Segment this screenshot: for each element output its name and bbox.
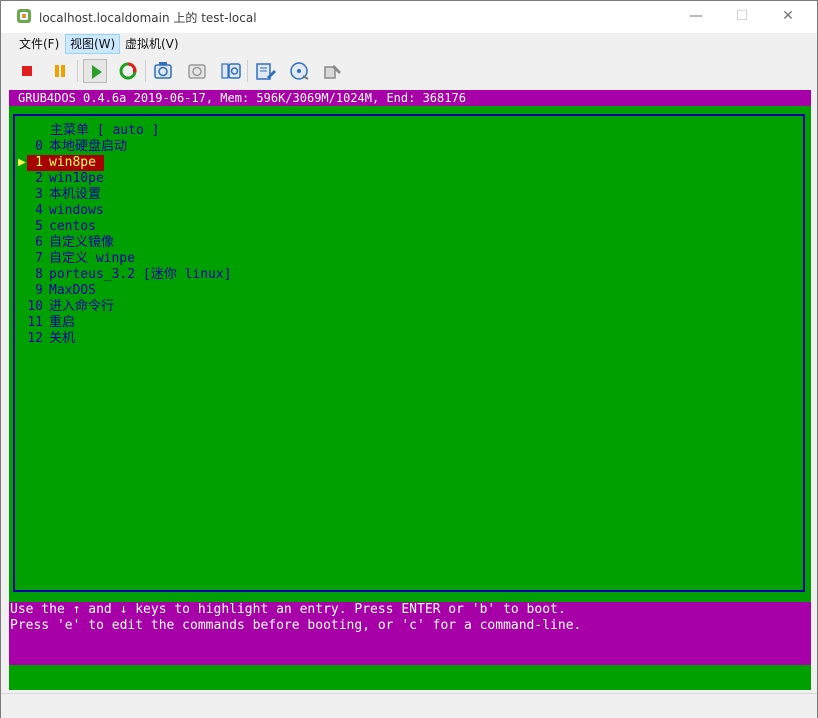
toolbar-separator bbox=[145, 60, 146, 82]
boot-entry-label: win10pe bbox=[49, 171, 104, 186]
toolbar-separator bbox=[77, 60, 78, 82]
boot-entry[interactable]: 3 本机设置 bbox=[15, 187, 415, 203]
boot-entry-label: MaxDOS bbox=[49, 283, 96, 298]
boot-entry[interactable]: 0 本地硬盘启动 bbox=[15, 139, 415, 155]
boot-entry-number: 10 bbox=[27, 299, 43, 314]
reset-icon[interactable] bbox=[116, 59, 140, 83]
vm-settings-icon[interactable] bbox=[253, 59, 277, 83]
help-line: Press 'e' to edit the commands before bo… bbox=[10, 618, 582, 633]
title-bar[interactable]: localhost.localdomain 上的 test-local — ☐ … bbox=[1, 1, 817, 33]
boot-entry-label: porteus_3.2 [迷你 linux] bbox=[49, 267, 232, 282]
vm-console-screen[interactable]: GRUB4DOS 0.4.6a 2019-06-17, Mem: 596K/30… bbox=[9, 90, 811, 690]
boot-entry-number: 4 bbox=[35, 203, 43, 218]
help-line: Use the ↑ and ↓ keys to highlight an ent… bbox=[10, 602, 566, 617]
boot-entry[interactable]: 6 自定义镜像 bbox=[15, 235, 415, 251]
vm-tools-icon[interactable] bbox=[321, 59, 345, 83]
boot-entry-number: 7 bbox=[35, 251, 43, 266]
close-button[interactable]: ✕ bbox=[765, 1, 811, 31]
boot-entry-label: win8pe bbox=[49, 155, 96, 170]
boot-entry[interactable]: 7 自定义 winpe bbox=[15, 251, 415, 267]
boot-entry-label: windows bbox=[49, 203, 104, 218]
boot-entry-number: 1 bbox=[35, 155, 43, 170]
boot-entry-number: 9 bbox=[35, 283, 43, 298]
boot-menu-title: 主菜单 [ auto ] bbox=[50, 123, 160, 138]
boot-entry[interactable]: 11 重启 bbox=[15, 315, 415, 331]
boot-entry-number: 2 bbox=[35, 171, 43, 186]
boot-entry-label: 本地硬盘启动 bbox=[49, 139, 128, 154]
boot-entry[interactable]: 5 centos bbox=[15, 219, 415, 235]
help-panel: Use the ↑ and ↓ keys to highlight an ent… bbox=[9, 602, 811, 665]
maximize-button[interactable]: ☐ bbox=[719, 1, 765, 31]
boot-entry-label: 自定义镜像 bbox=[49, 235, 115, 250]
status-bar bbox=[1, 693, 817, 718]
boot-entry-selected[interactable]: 1 win8pe bbox=[27, 155, 104, 171]
boot-entry-label: 关机 bbox=[49, 331, 76, 346]
boot-entry-number: 11 bbox=[27, 315, 43, 330]
boot-entry-label: centos bbox=[49, 219, 96, 234]
toolbar-separator bbox=[247, 60, 248, 82]
minimize-button[interactable]: — bbox=[673, 1, 719, 31]
cd-dvd-icon[interactable] bbox=[287, 59, 311, 83]
grub4dos-header: GRUB4DOS 0.4.6a 2019-06-17, Mem: 596K/30… bbox=[9, 90, 811, 106]
boot-menu-box: 主菜单 [ auto ] 0 本地硬盘启动 ▶ 1 win8pe 2 win10pe 3 本机设… bbox=[13, 114, 805, 592]
boot-entry-number: 3 bbox=[35, 187, 43, 202]
boot-entry-label: 重启 bbox=[49, 315, 76, 330]
snapshot-icon[interactable] bbox=[151, 59, 175, 83]
vmware-app-icon bbox=[16, 8, 32, 24]
menu-view[interactable]: 视图(W) bbox=[65, 34, 121, 54]
boot-entry-label: 自定义 winpe bbox=[49, 251, 135, 266]
boot-entry-number: 5 bbox=[35, 219, 43, 234]
boot-entry[interactable]: 8 porteus_3.2 [迷你 linux] bbox=[15, 267, 415, 283]
boot-entry[interactable]: 9 MaxDOS bbox=[15, 283, 415, 299]
boot-entry-number: 8 bbox=[35, 267, 43, 282]
play-icon[interactable] bbox=[83, 59, 107, 83]
boot-entry[interactable]: 2 win10pe bbox=[15, 171, 415, 187]
boot-entry-number: 6 bbox=[35, 235, 43, 250]
pause-icon[interactable] bbox=[48, 59, 72, 83]
stop-icon[interactable] bbox=[15, 59, 39, 83]
boot-entry[interactable]: 12 关机 bbox=[15, 331, 415, 347]
boot-entry-number: 12 bbox=[27, 331, 43, 346]
window-title: localhost.localdomain 上的 test-local bbox=[39, 11, 257, 25]
manage-snapshots-icon[interactable] bbox=[219, 59, 243, 83]
boot-entry[interactable]: 10 进入命令行 bbox=[15, 299, 415, 315]
boot-entry-label: 进入命令行 bbox=[49, 299, 115, 314]
toolbar bbox=[1, 56, 817, 87]
vmware-console-window: localhost.localdomain 上的 test-local — ☐ … bbox=[0, 0, 818, 718]
menu-vm[interactable]: 虚拟机(V) bbox=[121, 35, 183, 53]
boot-entry[interactable]: 4 windows bbox=[15, 203, 415, 219]
revert-snapshot-icon[interactable] bbox=[185, 59, 209, 83]
menu-bar: 文件(F) 视图(W) 虚拟机(V) bbox=[1, 33, 817, 55]
menu-file[interactable]: 文件(F) bbox=[15, 35, 63, 53]
boot-entry-number: 0 bbox=[35, 139, 43, 154]
boot-entry-label: 本机设置 bbox=[49, 187, 102, 202]
